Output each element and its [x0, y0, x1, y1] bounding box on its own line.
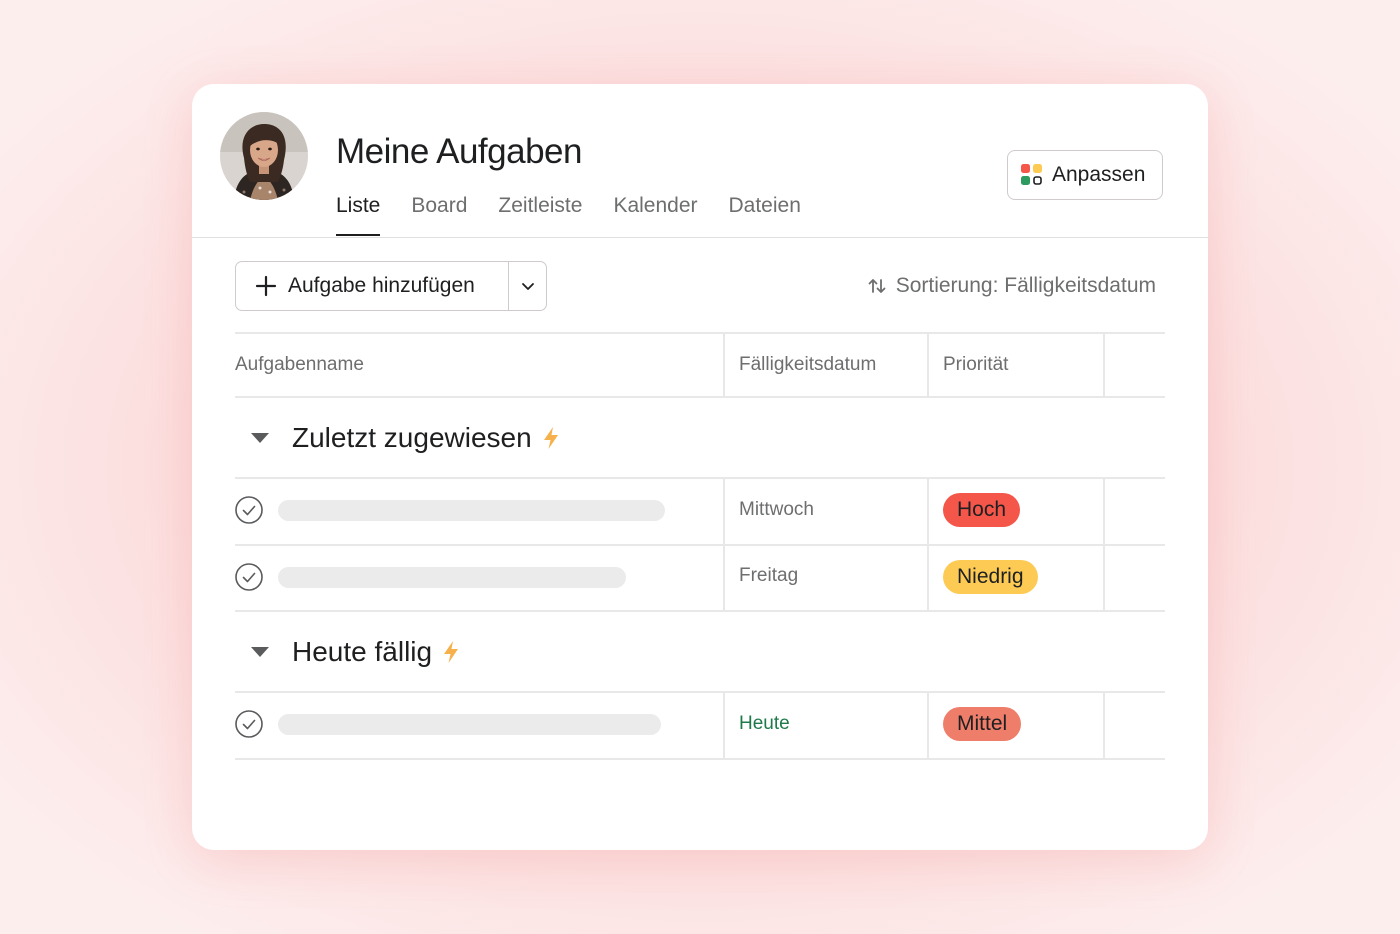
tab-list[interactable]: Liste — [336, 188, 381, 236]
section-collapse-toggle[interactable] — [235, 632, 285, 672]
row-divider — [235, 477, 1165, 479]
avatar[interactable] — [220, 112, 308, 200]
tab-timeline[interactable]: Zeitleiste — [498, 188, 582, 236]
view-tabs: Liste Board Zeitleiste Kalender Dateien — [336, 188, 801, 238]
caret-down-icon — [251, 433, 269, 443]
complete-task-checkbox-icon[interactable] — [235, 563, 263, 591]
tab-board[interactable]: Board — [411, 188, 467, 236]
column-header-priority[interactable]: Priorität — [943, 354, 1008, 376]
task-name-placeholder — [278, 714, 661, 735]
column-divider — [927, 691, 929, 760]
section-header-due-today: Heute fällig — [235, 613, 460, 691]
row-divider — [235, 758, 1165, 760]
add-task-dropdown-button[interactable] — [509, 262, 546, 310]
row-divider — [235, 691, 1165, 693]
page-title: Meine Aufgaben — [336, 132, 582, 171]
sort-arrows-icon — [868, 279, 886, 293]
column-divider — [723, 332, 725, 397]
due-date-text[interactable]: Heute — [739, 713, 790, 735]
header-divider — [192, 237, 1208, 238]
task-name-placeholder — [278, 567, 626, 588]
column-header-task-name[interactable]: Aufgabenname — [235, 354, 364, 376]
section-header-recently-assigned: Zuletzt zugewiesen — [235, 399, 560, 477]
sort-control[interactable]: Sortierung: Fälligkeitsdatum — [867, 270, 1156, 302]
caret-down-icon — [251, 647, 269, 657]
column-header-due-date[interactable]: Fälligkeitsdatum — [739, 354, 876, 376]
priority-badge[interactable]: Hoch — [943, 493, 1021, 527]
tab-files[interactable]: Dateien — [729, 188, 801, 236]
customize-button[interactable]: Anpassen — [1007, 150, 1163, 200]
customize-label: Anpassen — [1052, 163, 1146, 186]
add-task-group: Aufgabe hinzufügen — [235, 261, 547, 311]
add-task-label: Aufgabe hinzufügen — [288, 274, 475, 297]
section-collapse-toggle[interactable] — [235, 418, 285, 458]
column-divider — [1103, 477, 1105, 612]
header-bottom-border — [235, 396, 1165, 398]
lightning-bolt-icon — [542, 426, 560, 450]
priority-badge[interactable]: Mittel — [943, 707, 1022, 741]
complete-task-checkbox-icon[interactable] — [235, 496, 263, 524]
plus-icon — [255, 275, 277, 297]
column-divider — [927, 332, 929, 397]
sort-label: Sortierung: Fälligkeitsdatum — [895, 274, 1156, 297]
priority-badge[interactable]: Niedrig — [943, 560, 1038, 594]
add-task-button[interactable]: Aufgabe hinzufügen — [236, 262, 509, 310]
apps-grid-icon — [1021, 164, 1042, 185]
tab-calendar[interactable]: Kalender — [613, 188, 697, 236]
column-divider — [927, 477, 929, 612]
section-title: Heute fällig — [292, 636, 433, 667]
chevron-down-icon — [521, 283, 534, 290]
column-divider — [1103, 332, 1105, 397]
lightning-bolt-icon — [442, 640, 460, 664]
task-name-placeholder — [278, 500, 665, 521]
column-divider — [1103, 691, 1105, 760]
row-divider — [235, 610, 1165, 612]
column-divider — [723, 691, 725, 760]
column-divider — [723, 477, 725, 612]
my-tasks-card: Meine Aufgaben Liste Board Zeitleiste Ka… — [192, 84, 1208, 850]
user-photo — [220, 112, 308, 200]
table-top-border — [235, 332, 1165, 334]
row-divider — [235, 544, 1165, 546]
due-date-text[interactable]: Freitag — [739, 565, 798, 587]
section-title: Zuletzt zugewiesen — [292, 422, 532, 453]
complete-task-checkbox-icon[interactable] — [235, 710, 263, 738]
due-date-text[interactable]: Mittwoch — [739, 499, 814, 521]
